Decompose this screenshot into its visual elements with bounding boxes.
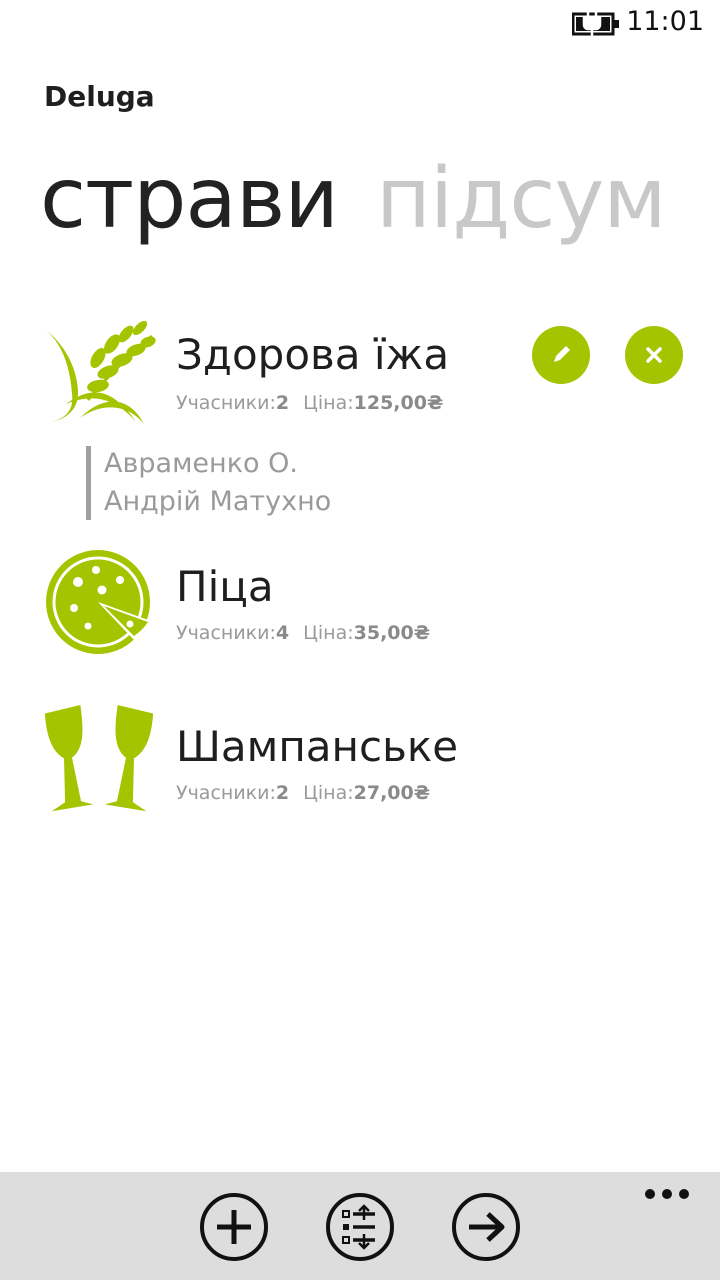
price-label: Ціна: [303,392,354,414]
champagne-icon [44,705,154,812]
price-value: 27,00₴ [353,782,431,804]
dish-meta: Учасники:2 Ціна:27,00₴ [176,782,430,804]
pivot-tab-dishes[interactable]: страви [40,138,339,258]
status-bar: 11:01 [0,0,720,48]
price-value: 35,00₴ [353,622,431,644]
clock: 11:01 [626,6,704,37]
sort-list-icon[interactable] [325,1192,395,1262]
add-icon[interactable] [199,1192,269,1262]
dish-name: Піца [176,562,274,611]
app-bar [0,1172,720,1280]
participants-label: Учасники: [176,392,276,414]
dish-name: Здорова їжа [176,330,450,379]
participant-item[interactable]: Андрій Матухно [104,482,331,522]
pivot-header: страви підсум [40,138,720,258]
pencil-icon [554,346,570,362]
next-arrow-icon[interactable] [451,1192,521,1262]
battery-charging-icon [572,12,619,36]
participants-count: 4 [275,622,290,644]
price-label: Ціна: [303,622,354,644]
participants-count: 2 [275,782,290,804]
edit-button[interactable] [532,326,590,384]
participant-item[interactable]: Авраменко О. [104,444,331,484]
wheat-icon [46,320,156,424]
price-label: Ціна: [303,782,354,804]
app-title: Deluga [44,80,155,113]
dish-item[interactable]: Здорова їжа Учасники:2 Ціна:125,00₴ [0,310,720,430]
more-dots-icon[interactable] [644,1188,690,1200]
participants-label: Учасники: [176,622,276,644]
close-icon [646,347,662,363]
pizza-icon [46,550,154,654]
delete-button[interactable] [625,326,683,384]
dish-item[interactable]: Піца Учасники:4 Ціна:35,00₴ [0,540,720,660]
price-value: 125,00₴ [353,392,444,414]
participant-list: Авраменко О. Андрій Матухно [86,446,331,520]
participants-label: Учасники: [176,782,276,804]
dish-item[interactable]: Шампанське Учасники:2 Ціна:27,00₴ [0,700,720,820]
dish-meta: Учасники:2 Ціна:125,00₴ [176,392,443,414]
dish-name: Шампанське [176,722,459,771]
participants-count: 2 [275,392,290,414]
pivot-tab-summary[interactable]: підсум [376,138,667,258]
dish-meta: Учасники:4 Ціна:35,00₴ [176,622,430,644]
